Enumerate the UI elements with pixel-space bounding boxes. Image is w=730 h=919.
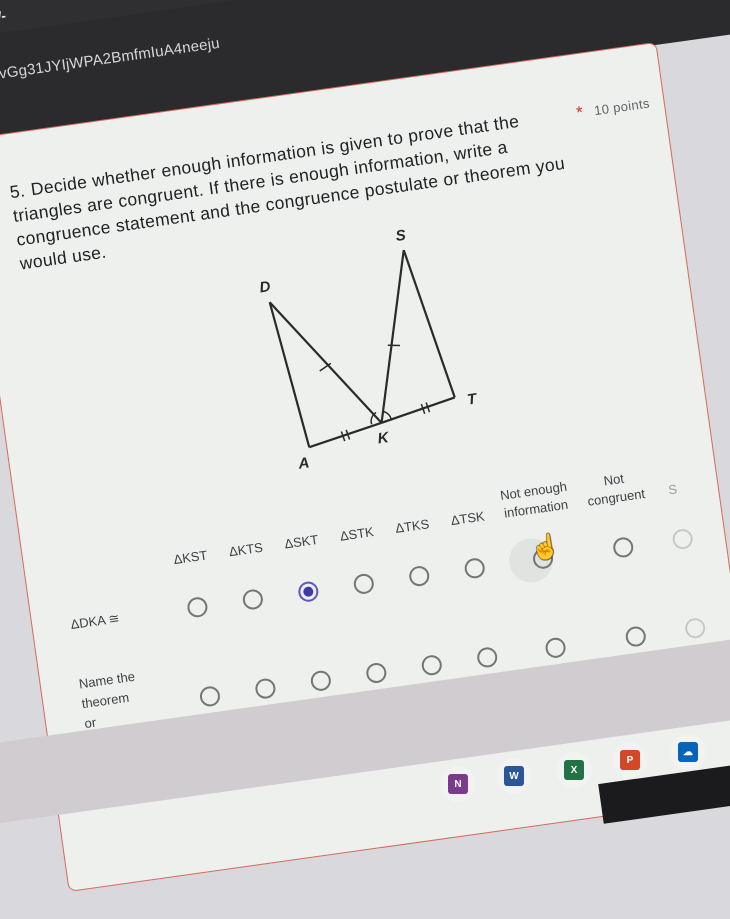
label-S: S	[395, 227, 407, 245]
column-header: Not enough information	[499, 478, 569, 521]
radio-option-selected[interactable]	[297, 580, 320, 603]
onedrive-icon: ☁	[678, 742, 698, 762]
error-icon: !	[89, 756, 108, 775]
column-header: ΔSTK	[338, 524, 375, 544]
app-onedrive[interactable]: ☁	[670, 734, 706, 770]
question-number: 5.	[8, 180, 27, 203]
points-label: 10 points	[593, 95, 651, 119]
column-header: ΔSKT	[283, 531, 320, 552]
app-powerpoint[interactable]: P	[612, 742, 648, 778]
radio-option[interactable]	[420, 653, 444, 677]
column-header: ΔTKS	[394, 516, 431, 536]
radio-option[interactable]	[475, 646, 499, 669]
choice-grid: ΔKST ΔKTS ΔSKT ΔSTK ΔTKS ΔTSK Not enough…	[55, 422, 725, 769]
column-header: S	[667, 481, 678, 498]
label-A: A	[296, 454, 310, 472]
column-header: ΔTSK	[449, 508, 486, 529]
excel-icon: X	[564, 760, 584, 780]
column-header: ΔKTS	[228, 539, 264, 560]
radio-option[interactable]	[309, 669, 333, 693]
row-label: ΔDKA ≅	[69, 610, 121, 633]
segment-AK	[308, 421, 382, 449]
onenote-icon: N	[448, 774, 468, 794]
row-label: Name the theorem or postulate	[77, 668, 141, 751]
tick-SK	[387, 344, 401, 347]
radio-option[interactable]	[671, 527, 694, 551]
radio-option[interactable]	[624, 625, 648, 648]
word-icon: W	[504, 766, 524, 786]
app-onenote[interactable]: N	[440, 766, 476, 802]
triangle-figure: D A K S T	[258, 227, 479, 473]
radio-option[interactable]	[365, 661, 388, 685]
column-header: ΔKST	[172, 547, 209, 568]
label-T: T	[466, 390, 479, 408]
app-word[interactable]: W	[496, 758, 532, 794]
required-asterisk: *	[574, 101, 585, 123]
tab-title: HW-	[0, 7, 7, 27]
label-K: K	[377, 429, 391, 448]
segment-SK	[380, 249, 405, 423]
app-excel[interactable]: X	[556, 752, 592, 788]
radio-option[interactable]	[241, 588, 265, 611]
radio-option[interactable]	[352, 572, 376, 596]
column-header: Not congruent	[586, 470, 646, 509]
segment-ST	[402, 249, 456, 398]
radio-option[interactable]	[186, 595, 209, 619]
powerpoint-icon: P	[620, 750, 640, 770]
url-text: 0OH_Tw-SQ1D2vGg31JYIjWPA2BmfmIuA4neeju	[0, 34, 221, 99]
label-D: D	[258, 278, 271, 296]
radio-option[interactable]	[544, 636, 567, 660]
radio-option[interactable]	[198, 685, 222, 708]
radio-option[interactable]	[463, 557, 487, 580]
radio-option[interactable]	[611, 536, 635, 559]
radio-option[interactable]	[407, 564, 431, 588]
radio-option[interactable]	[683, 616, 707, 640]
radio-option[interactable]	[254, 677, 277, 700]
